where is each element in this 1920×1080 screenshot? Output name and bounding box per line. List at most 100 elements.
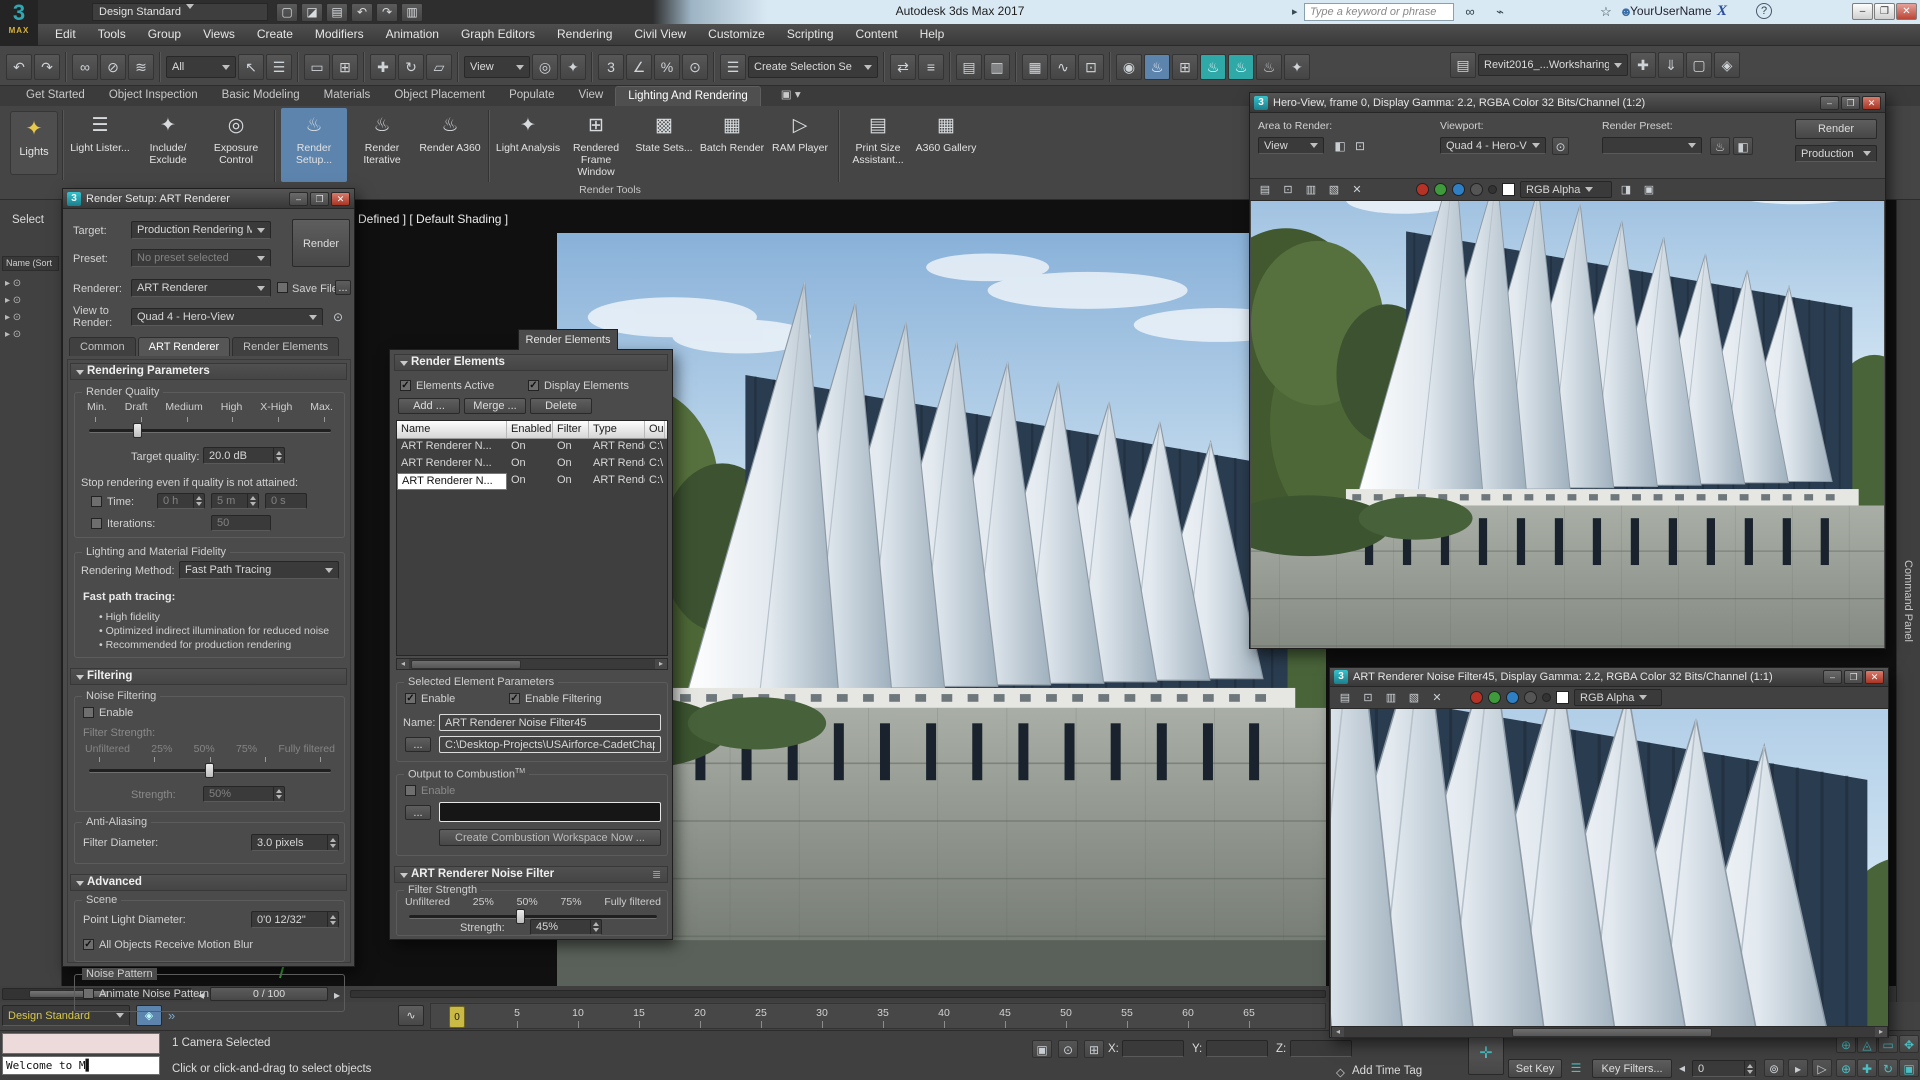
username-menu[interactable]: YourUserName [1630,4,1712,18]
red-channel-icon[interactable] [1416,183,1429,196]
create-combustion-workspace-button[interactable]: Create Combustion Workspace Now ... [439,829,661,846]
rfw-render-button[interactable]: Render [1795,119,1877,139]
key-prev-icon[interactable]: ◂ [1676,1059,1688,1077]
play-animation-icon[interactable]: ▷ [1812,1059,1832,1077]
green-channel-icon[interactable] [1434,183,1447,196]
point-light-diameter-field[interactable]: 0'0 12/32" [251,911,339,928]
motion-blur-checkbox[interactable]: ✓ [83,939,94,950]
scroll-right-icon[interactable]: ▸ [655,659,667,669]
close-icon[interactable]: ✕ [331,191,350,206]
animate-noise-checkbox[interactable] [83,988,94,999]
menu-views[interactable]: Views [192,24,246,45]
worksharing-display-icon[interactable]: ◈ [1714,52,1740,78]
quality-slider-handle[interactable] [133,423,142,438]
add-time-tag[interactable]: Add Time Tag [1352,1065,1422,1077]
select-move-icon[interactable]: ✚ [370,54,396,80]
zoom-viewport-icon[interactable]: ⊕ [1836,1059,1856,1077]
lighting-analysis-icon[interactable]: ✦ [1284,54,1310,80]
ribbon-toggle-icon[interactable]: ▦ [1022,54,1048,80]
column-header[interactable]: Ou [645,421,665,438]
scroll-right-icon[interactable]: ▸ [1875,1027,1887,1037]
angle-snap-icon[interactable]: ∠ [626,54,652,80]
clone-window-icon[interactable]: ▥ [1302,182,1320,198]
menu-content[interactable]: Content [845,24,909,45]
render-iterative-button[interactable]: ♨ Render Iterative [349,108,415,182]
select-by-name-icon[interactable]: ☰ [266,54,292,80]
window-crossing-icon[interactable]: ⊞ [332,54,358,80]
element-name-field[interactable]: ART Renderer Noise Filter45 [439,714,661,731]
pan-hand-icon[interactable]: ✥ [1899,1035,1919,1053]
orbit-viewport-icon[interactable]: ↻ [1878,1059,1898,1077]
menu-help[interactable]: Help [909,24,956,45]
worksharing-create-icon[interactable]: ✚ [1630,52,1656,78]
pan-viewport-icon[interactable]: ✚ [1857,1059,1877,1077]
spinner-snap-icon[interactable]: ⊙ [682,54,708,80]
table-cell[interactable]: ART Renderer N... [397,456,507,473]
menu-rendering[interactable]: Rendering [546,24,623,45]
snapshot-icon[interactable]: ▣ [1640,182,1658,198]
print-image-icon[interactable]: ▧ [1325,182,1343,198]
table-cell[interactable]: C:\ [645,456,665,473]
menu-edit[interactable]: Edit [44,24,87,45]
mini-curve-editor-icon[interactable]: ∿ [398,1005,424,1026]
material-editor-icon[interactable]: ◉ [1116,54,1142,80]
area-to-render-dropdown[interactable]: View [1258,137,1324,154]
render-setup-button[interactable]: ♨ Render Setup... [281,108,347,182]
merge-element-button[interactable]: Merge ... [464,398,526,414]
search-input[interactable]: Type a keyword or phrase [1304,3,1454,21]
elements-active-checkbox[interactable]: ✓ [400,380,411,391]
blue-channel-icon[interactable] [1452,183,1465,196]
column-header[interactable]: Name [397,421,507,438]
time-configuration-icon[interactable]: ⊚ [1764,1059,1784,1077]
ribbon-tab-view[interactable]: View [566,86,615,106]
table-cell[interactable]: On [507,473,553,490]
close-icon[interactable]: ✕ [1862,95,1881,110]
table-row[interactable]: ART Renderer N...OnOnART Rendere...C:\ [397,473,667,490]
maximize-icon[interactable]: ❐ [310,191,329,206]
scroll-left-icon[interactable]: ◂ [1332,1027,1344,1037]
clear-image-icon[interactable]: ✕ [1428,690,1446,706]
scene-explorer-row[interactable]: ▸ ⊙ [2,295,59,311]
renderer-dropdown[interactable]: ART Renderer [131,279,271,297]
selection-lock-icon[interactable]: ⊙ [1058,1040,1078,1058]
render-setup-icon[interactable]: ♨ [1144,54,1170,80]
absolute-mode-icon[interactable]: ⊞ [1084,1040,1104,1058]
launch-icon[interactable]: ⌁ [1490,3,1510,21]
iterations-checkbox[interactable] [91,518,102,529]
mirror-icon[interactable]: ⇄ [890,54,916,80]
current-frame-field[interactable]: 0 [1692,1060,1756,1077]
render-setup-tab-common[interactable]: Common [69,337,136,356]
ribbon-tab-object-placement[interactable]: Object Placement [382,86,497,106]
scene-explorer-row[interactable]: ▸ ⊙ [2,312,59,328]
layer-explorer-icon[interactable]: ▥ [984,54,1010,80]
time-slider-groove[interactable] [350,990,1326,998]
snaps-toggle-icon[interactable]: 3 [598,54,624,80]
sort-column-header[interactable]: Name (Sort [2,256,59,271]
strength-field[interactable]: 50% [203,786,285,802]
blue-channel-icon[interactable] [1506,691,1519,704]
autodesk-exchange-icon[interactable]: X [1712,2,1732,20]
ribbon-tab-get-started[interactable]: Get Started [14,86,97,106]
save-file-checkbox[interactable] [277,282,288,293]
edit-region-icon[interactable]: ◧ [1330,137,1350,155]
output-path-field[interactable]: C:\Desktop-Projects\USAirforce-CadetChap… [439,736,661,753]
table-cell[interactable]: ART Rendere... [589,456,645,473]
add-element-button[interactable]: Add ... [398,398,460,414]
render-iterative-icon[interactable]: ♨ [1228,54,1254,80]
unlink-selection-icon[interactable]: ⊘ [100,54,126,80]
alpha-channel-icon[interactable] [1488,185,1497,194]
viewport-lock-icon[interactable]: ⊙ [1552,137,1569,155]
rendered-frame-window-button[interactable]: ⊞ Rendered Frame Window [563,108,629,182]
save-image-icon[interactable]: ▤ [1336,690,1354,706]
ribbon-tab-populate[interactable]: Populate [497,86,566,106]
isolate-selection-icon[interactable]: ▣ [1032,1040,1052,1058]
enable-filtering-checkbox[interactable]: ✓ [509,693,520,704]
minimize-icon[interactable]: – [289,191,308,206]
copy-image-icon[interactable]: ⊡ [1279,182,1297,198]
red-channel-icon[interactable] [1470,691,1483,704]
filtering-section[interactable]: Filtering [70,668,347,685]
named-selection-icon[interactable]: ☰ [720,54,746,80]
ribbon-tab-lighting-and-rendering[interactable]: Lighting And Rendering [615,86,761,106]
print-size-assistant-button[interactable]: ▤ Print Size Assistant... [845,108,911,182]
select-object-icon[interactable]: ↖ [238,54,264,80]
